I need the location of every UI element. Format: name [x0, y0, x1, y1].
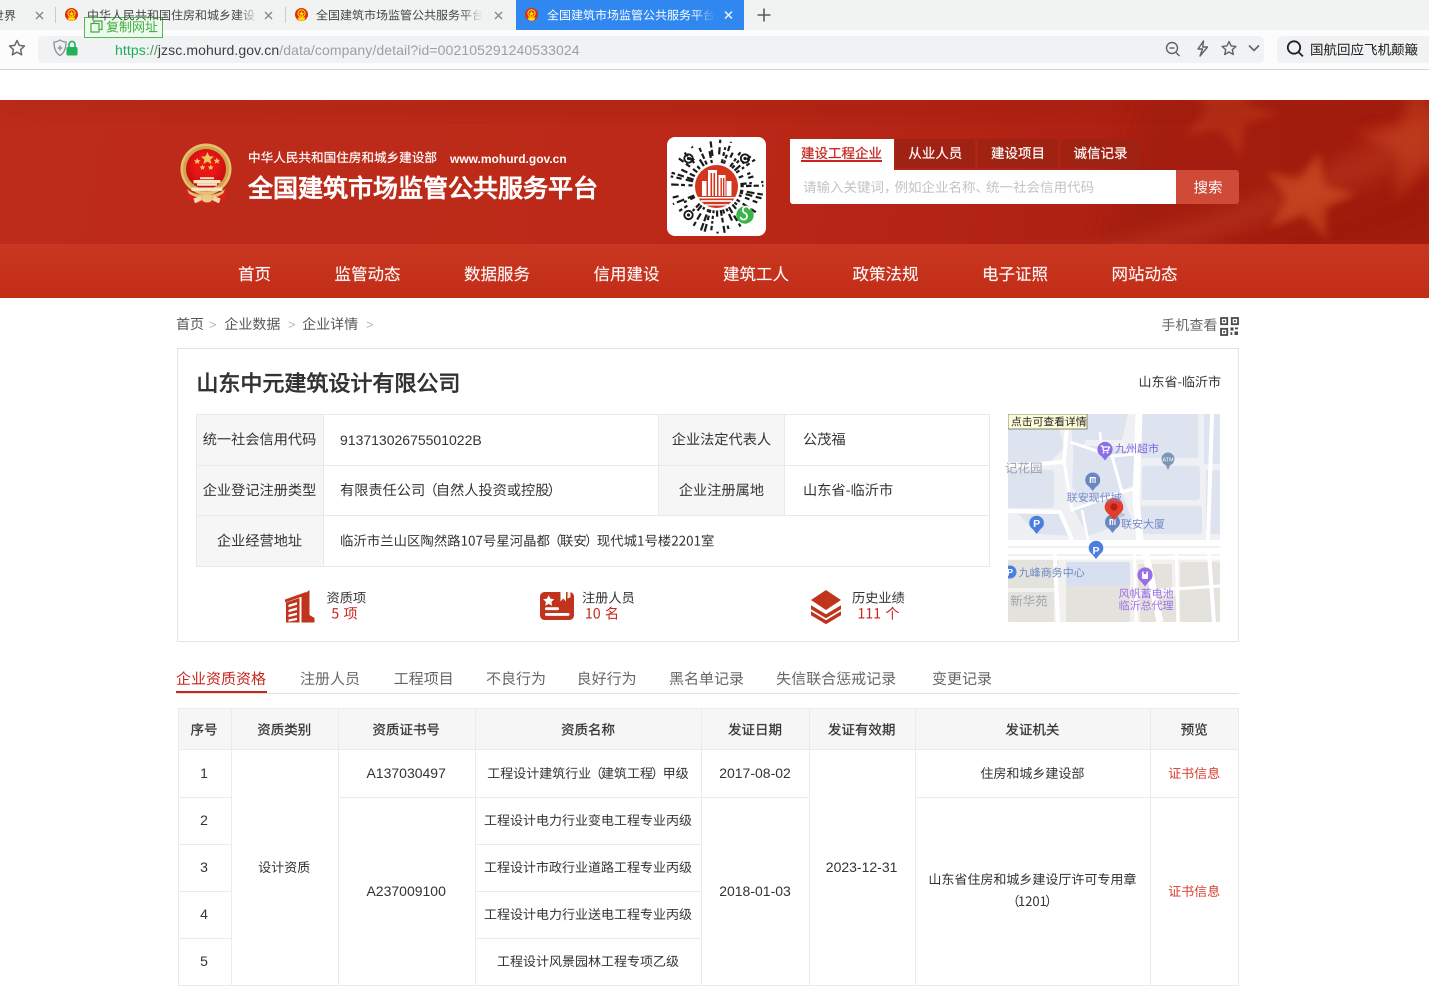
svg-text:P: P	[1092, 545, 1099, 557]
svg-text:P: P	[1033, 518, 1040, 530]
svg-text:P: P	[1008, 568, 1013, 578]
svg-text:ATM: ATM	[1162, 458, 1174, 464]
